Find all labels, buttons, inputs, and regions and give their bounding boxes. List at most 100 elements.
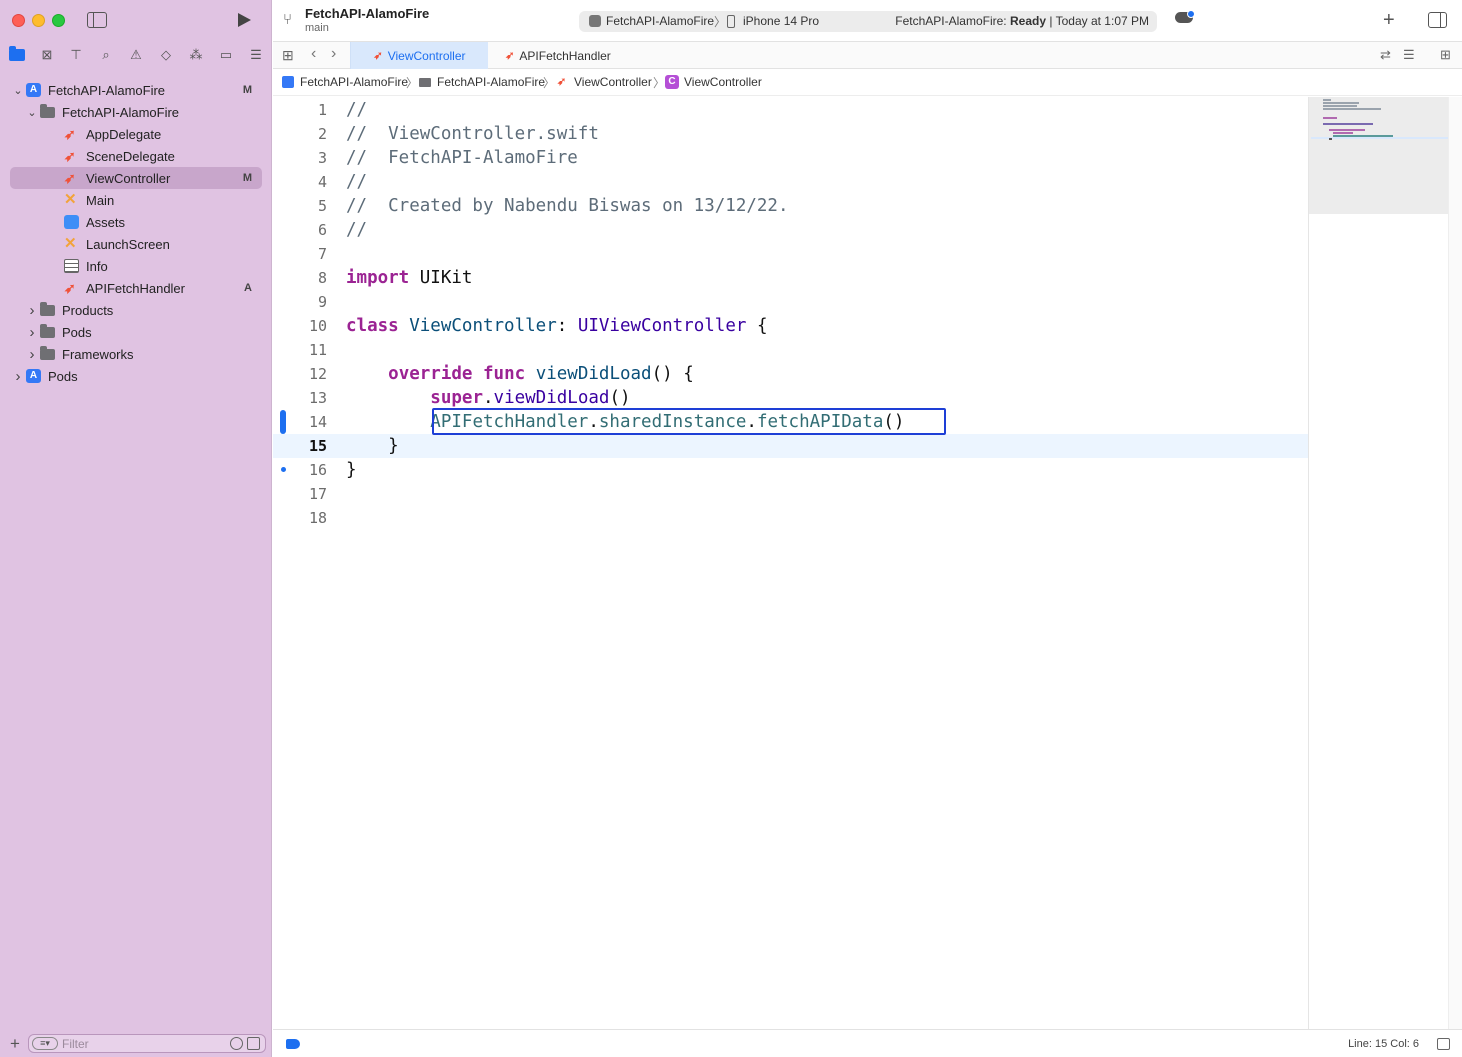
line-number[interactable]: 2 [273, 122, 327, 146]
library-plus-icon[interactable]: + [1383, 9, 1395, 32]
breadcrumb-project[interactable]: FetchAPI-AlamoFire [300, 75, 408, 89]
run-button[interactable] [238, 13, 251, 27]
breadcrumb-symbol[interactable]: ViewController [684, 75, 762, 89]
editor-scrollbar[interactable] [1448, 97, 1462, 1029]
code-line[interactable]: import UIKit [346, 266, 472, 290]
disclosure-chevron-right-icon[interactable]: › [27, 346, 37, 363]
cursor-position: Line: 15 Col: 6 [1348, 1038, 1419, 1050]
line-number[interactable]: 5 [273, 194, 327, 218]
project-navigator-folder-icon[interactable] [8, 46, 26, 64]
disclosure-chevron-right-icon[interactable]: › [27, 324, 37, 341]
forward-chevron-icon[interactable]: › [331, 45, 336, 63]
source-control-navigator-icon[interactable]: ⊠ [38, 46, 56, 64]
navigator-item[interactable]: ➶ AppDelegate [10, 123, 262, 145]
editor-options-icon[interactable]: ☰ [1403, 47, 1415, 63]
code-review-arrows-icon[interactable]: ⇄ [1380, 47, 1391, 63]
zoom-window-button[interactable] [52, 14, 65, 27]
debug-navigator-spray-icon[interactable]: ⁂ [187, 46, 205, 64]
source-change-dot[interactable] [281, 467, 286, 472]
line-number[interactable]: 1 [273, 98, 327, 122]
breakpoints-tag-icon[interactable] [286, 1039, 300, 1049]
navigator-item[interactable]: ➶ ViewController M [10, 167, 262, 189]
line-number[interactable]: 6 [273, 218, 327, 242]
code-line[interactable]: } [346, 458, 357, 482]
code-line[interactable]: // [346, 218, 367, 242]
source-control-filter-icon[interactable] [247, 1037, 260, 1050]
code-token: // [346, 220, 368, 240]
editor-tab-bar: ⊞ ‹ › ➶ ViewController ➶ APIFetchHandler ⇄… [273, 42, 1462, 69]
disclosure-chevron-right-icon[interactable]: › [13, 368, 23, 385]
navigator-item[interactable]: ➶ APIFetchHandler A [10, 277, 262, 299]
back-chevron-icon[interactable]: ‹ [311, 45, 316, 63]
run-destination-selector[interactable]: iPhone 14 Pro [743, 14, 819, 28]
line-number[interactable]: 9 [273, 290, 327, 314]
source-editor[interactable]: 1 2 3 4 5 6 7 8 9 10 11 12 13 14 15 16 17 18//// ViewCont… [273, 97, 1308, 1029]
breakpoint-navigator-tag-icon[interactable]: ▭ [217, 46, 235, 64]
disclosure-chevron-down-icon[interactable]: ⌄ [27, 107, 37, 119]
line-number[interactable]: 18 [273, 506, 327, 530]
inspector-toggle-icon[interactable] [1428, 12, 1447, 28]
code-line[interactable]: override func viewDidLoad() { [346, 362, 694, 386]
line-number[interactable]: 17 [273, 482, 327, 506]
code-line[interactable]: class ViewController: UIViewController { [346, 314, 767, 338]
code-line[interactable]: // Created by Nabendu Biswas on 13/12/22… [346, 194, 789, 218]
add-editor-icon[interactable]: ⊞ [1440, 47, 1451, 63]
filter-options-icon[interactable]: ≡▾ [32, 1037, 58, 1050]
breadcrumb-file[interactable]: ViewController [574, 75, 652, 89]
sidebar-toggle-icon[interactable] [87, 12, 107, 28]
related-items-grid-icon[interactable]: ⊞ [282, 48, 296, 62]
line-number[interactable]: 4 [273, 170, 327, 194]
branch-name[interactable]: main [305, 22, 329, 34]
code-token: super [430, 388, 483, 408]
code-line[interactable]: super.viewDidLoad() [346, 386, 630, 410]
line-number[interactable]: 10 [273, 314, 327, 338]
navigator-item[interactable]: ✕ Main [10, 189, 262, 211]
disclosure-chevron-down-icon[interactable]: ⌄ [13, 85, 23, 97]
line-number[interactable]: 12 [273, 362, 327, 386]
code-line[interactable]: } [346, 434, 399, 458]
code-line[interactable]: // [346, 98, 367, 122]
recent-files-clock-icon[interactable] [230, 1037, 243, 1050]
navigator-item[interactable]: Info [10, 255, 262, 277]
source-change-bar[interactable] [280, 410, 286, 434]
line-number[interactable]: 7 [273, 242, 327, 266]
code-line[interactable]: // ViewController.swift [346, 122, 599, 146]
code-token: viewDidLoad [535, 364, 652, 384]
navigator-item[interactable]: ✕ LaunchScreen [10, 233, 262, 255]
add-file-plus-icon[interactable]: + [10, 1034, 20, 1054]
navigator-item[interactable]: ⌄ FetchAPI-AlamoFire M [10, 79, 262, 101]
find-navigator-search-icon[interactable]: ⌕ [97, 46, 115, 64]
navigator-item[interactable]: Assets [10, 211, 262, 233]
navigator-item[interactable]: › Pods [10, 365, 262, 387]
minimap-toggle-icon[interactable] [1437, 1038, 1450, 1050]
code-line[interactable]: // FetchAPI-AlamoFire [346, 146, 578, 170]
navigator-item[interactable]: › Frameworks [10, 343, 262, 365]
tab-apifetchhandler[interactable]: ➶ APIFetchHandler [489, 42, 627, 69]
line-number[interactable]: 11 [273, 338, 327, 362]
minimize-window-button[interactable] [32, 14, 45, 27]
code-line[interactable]: // [346, 170, 367, 194]
report-navigator-list-icon[interactable]: ☰ [247, 46, 265, 64]
filter-input[interactable] [62, 1036, 222, 1052]
breadcrumb-group[interactable]: FetchAPI-AlamoFire [437, 75, 545, 89]
navigator-item[interactable]: ➶ SceneDelegate [10, 145, 262, 167]
symbol-navigator-icon[interactable]: ⊤ [67, 46, 85, 64]
line-number[interactable]: 3 [273, 146, 327, 170]
test-navigator-diamond-icon[interactable]: ◇ [157, 46, 175, 64]
tab-viewcontroller[interactable]: ➶ ViewController [350, 42, 488, 69]
minimap-visible-region[interactable] [1309, 97, 1449, 214]
project-title[interactable]: FetchAPI-AlamoFire [305, 6, 429, 21]
line-number[interactable]: 15 [273, 434, 327, 458]
line-number[interactable]: 13 [273, 386, 327, 410]
breadcrumb-separator: 〉 [543, 76, 556, 90]
navigator-item[interactable]: › Products [10, 299, 262, 321]
navigator-item[interactable]: ⌄ FetchAPI-AlamoFire [10, 101, 262, 123]
close-window-button[interactable] [12, 14, 25, 27]
line-number[interactable]: 8 [273, 266, 327, 290]
issue-navigator-warning-icon[interactable]: ⚠ [127, 46, 145, 64]
disclosure-chevron-right-icon[interactable]: › [27, 302, 37, 319]
cloud-sync-icon[interactable] [1175, 10, 1195, 23]
scheme-selector[interactable]: FetchAPI-AlamoFire [606, 14, 714, 28]
navigator-item[interactable]: › Pods [10, 321, 262, 343]
minimap[interactable] [1308, 97, 1462, 1029]
